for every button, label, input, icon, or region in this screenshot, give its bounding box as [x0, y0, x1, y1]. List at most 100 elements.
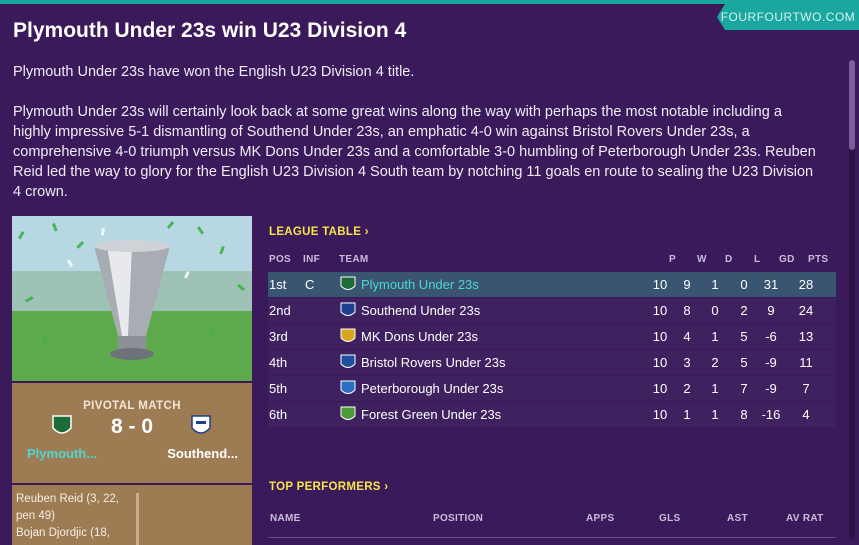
row-l: 0: [740, 277, 748, 292]
row-position: 6th: [269, 407, 288, 422]
league-table-row[interactable]: 3rd MK Dons Under 23s 10 4 1 5 -6 13: [268, 324, 836, 349]
row-gd: 9: [767, 303, 775, 318]
row-gd: -6: [765, 329, 777, 344]
trophy-icon: [12, 216, 252, 381]
row-p: 10: [652, 355, 668, 370]
row-position: 4th: [269, 355, 288, 370]
row-d: 1: [711, 381, 719, 396]
league-table-link[interactable]: LEAGUE TABLE ›: [269, 226, 369, 238]
top-performers-title: TOP PERFORMERS: [269, 481, 381, 493]
scorer-line-1: Reuben Reid (3, 22, pen 49): [16, 493, 119, 522]
scrollbar-thumb[interactable]: [849, 60, 855, 150]
col-header-team[interactable]: TEAM: [339, 254, 369, 265]
scorers-divider: [136, 493, 139, 545]
team-crest-icon: [340, 380, 356, 400]
col-header-pos[interactable]: POS: [269, 254, 291, 265]
team-crest-icon: [340, 276, 356, 296]
row-p: 10: [652, 407, 668, 422]
perf-header-position[interactable]: POSITION: [433, 513, 483, 524]
perf-header-avrat[interactable]: AV RAT: [786, 513, 824, 524]
col-header-p[interactable]: P: [669, 254, 676, 265]
league-table-row[interactable]: 6th Forest Green Under 23s 10 1 1 8 -16 4: [268, 402, 836, 427]
row-w: 2: [683, 381, 691, 396]
row-gd: -9: [765, 381, 777, 396]
row-position: 2nd: [269, 303, 291, 318]
league-table-title: LEAGUE TABLE: [269, 226, 362, 238]
source-tab[interactable]: FOURFOURTWO.COM: [717, 4, 859, 30]
article-body: Plymouth Under 23s have won the English …: [13, 62, 823, 222]
row-p: 10: [652, 277, 668, 292]
pivotal-match-label: PIVOTAL MATCH: [83, 400, 181, 412]
row-p: 10: [652, 303, 668, 318]
pivotal-match-score: 8 - 0: [110, 415, 154, 438]
row-p: 10: [652, 329, 668, 344]
row-l: 2: [740, 303, 748, 318]
row-pts: 13: [798, 329, 814, 344]
trophy-image: [12, 216, 252, 381]
row-gd: -16: [761, 407, 781, 422]
performers-divider: [268, 537, 836, 538]
row-position: 5th: [269, 381, 288, 396]
row-pts: 28: [798, 277, 814, 292]
perf-header-apps[interactable]: APPS: [586, 513, 614, 524]
league-table-row[interactable]: 5th Peterborough Under 23s 10 2 1 7 -9 7: [268, 376, 836, 401]
row-position: 3rd: [269, 329, 288, 344]
row-d: 2: [711, 355, 719, 370]
pivotal-match-card[interactable]: PIVOTAL MATCH 8 - 0 Plymouth... Southend…: [12, 383, 252, 483]
row-w: 4: [683, 329, 691, 344]
row-info: C: [305, 277, 315, 292]
row-pts: 11: [799, 355, 813, 370]
news-headline: Plymouth Under 23s win U23 Division 4: [13, 19, 407, 42]
col-header-inf[interactable]: INF: [303, 254, 320, 265]
pivotal-scorers: Reuben Reid (3, 22, pen 49) Bojan Djordj…: [12, 485, 252, 545]
league-table-row[interactable]: 1st C Plymouth Under 23s 10 9 1 0 31 28: [268, 272, 836, 297]
row-team-name[interactable]: Bristol Rovers Under 23s: [361, 355, 506, 370]
row-d: 1: [711, 407, 719, 422]
row-p: 10: [652, 381, 668, 396]
row-d: 1: [711, 329, 719, 344]
col-header-pts[interactable]: PTS: [808, 254, 828, 265]
row-pts: 7: [802, 381, 810, 396]
row-w: 8: [683, 303, 691, 318]
pivotal-away-team[interactable]: Southend...: [167, 446, 238, 461]
article-paragraph-1: Plymouth Under 23s have won the English …: [13, 64, 415, 80]
pivotal-home-team[interactable]: Plymouth...: [27, 446, 97, 461]
col-header-w[interactable]: W: [697, 254, 707, 265]
row-team-name[interactable]: Forest Green Under 23s: [361, 407, 501, 422]
chevron-right-icon: ›: [364, 226, 369, 238]
top-accent-bar: [0, 0, 859, 4]
col-header-gd[interactable]: GD: [779, 254, 795, 265]
row-l: 8: [740, 407, 748, 422]
row-d: 0: [711, 303, 719, 318]
row-team-name[interactable]: Southend Under 23s: [361, 303, 480, 318]
league-table-row[interactable]: 4th Bristol Rovers Under 23s 10 3 2 5 -9 11: [268, 350, 836, 375]
team-crest-icon: [340, 354, 356, 374]
perf-header-gls[interactable]: GLS: [659, 513, 680, 524]
scorer-line-2: Bojan Djordjic (18,: [16, 527, 110, 539]
row-w: 1: [683, 407, 691, 422]
perf-header-ast[interactable]: AST: [727, 513, 748, 524]
league-table-row[interactable]: 2nd Southend Under 23s 10 8 0 2 9 24: [268, 298, 836, 323]
row-gd: -9: [765, 355, 777, 370]
row-w: 9: [683, 277, 691, 292]
row-l: 5: [740, 355, 748, 370]
row-team-name[interactable]: Peterborough Under 23s: [361, 381, 503, 396]
row-position: 1st: [269, 277, 287, 292]
col-header-d[interactable]: D: [725, 254, 733, 265]
team-crest-icon: [340, 406, 356, 426]
chevron-right-icon: ›: [384, 481, 389, 493]
row-l: 5: [740, 329, 748, 344]
southend-badge-icon: [190, 414, 212, 443]
article-paragraph-2: Plymouth Under 23s will certainly look b…: [13, 104, 816, 200]
row-w: 3: [683, 355, 691, 370]
top-performers-link[interactable]: TOP PERFORMERS ›: [269, 481, 388, 493]
team-crest-icon: [340, 328, 356, 348]
row-d: 1: [711, 277, 719, 292]
row-team-name[interactable]: Plymouth Under 23s: [361, 277, 479, 292]
row-team-name[interactable]: MK Dons Under 23s: [361, 329, 478, 344]
perf-header-name[interactable]: NAME: [270, 513, 301, 524]
col-header-l[interactable]: L: [754, 254, 760, 265]
team-crest-icon: [340, 302, 356, 322]
row-l: 7: [740, 381, 748, 396]
row-pts: 24: [798, 303, 814, 318]
